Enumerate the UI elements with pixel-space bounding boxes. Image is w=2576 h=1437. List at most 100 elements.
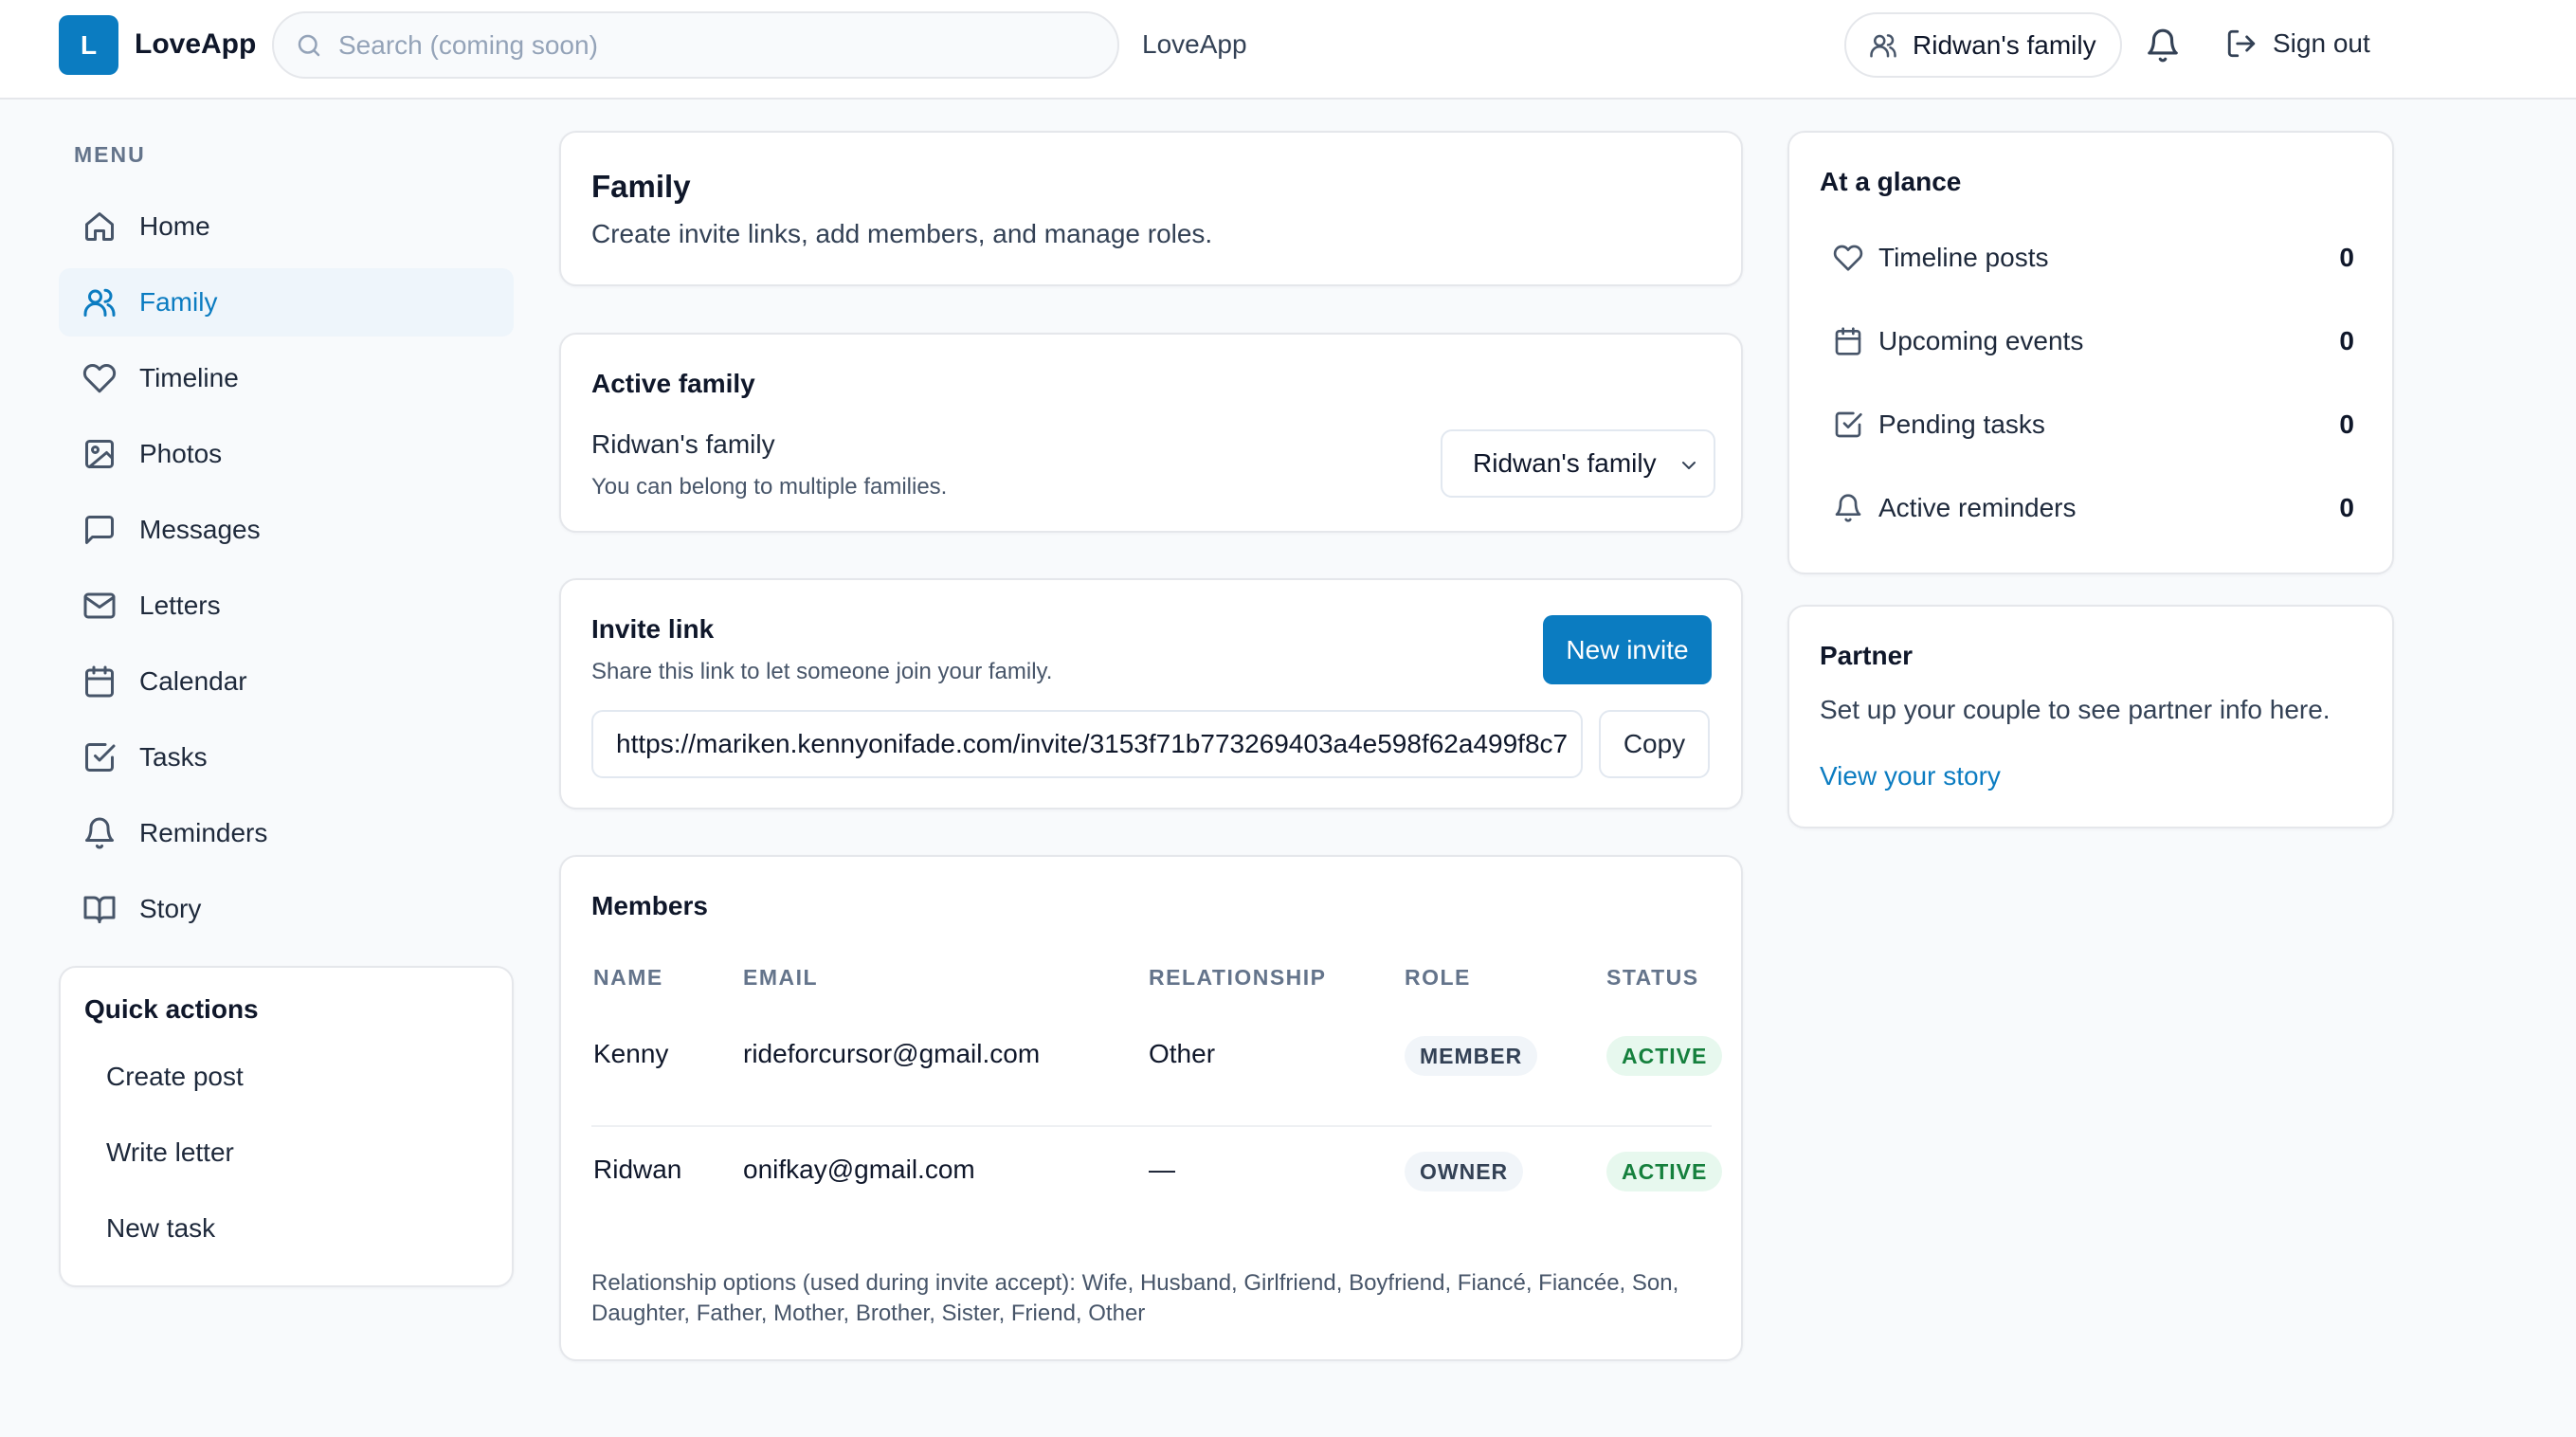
page-title: Family xyxy=(591,169,691,204)
sidebar-item-tasks[interactable]: Tasks xyxy=(59,723,514,791)
stat-upcoming-events: Upcoming events 0 xyxy=(1833,326,2354,356)
partner-description: Set up your couple to see partner info h… xyxy=(1820,695,2331,724)
app-name[interactable]: LoveApp xyxy=(135,28,256,61)
sidebar-item-label: Reminders xyxy=(139,818,268,847)
sign-out-label: Sign out xyxy=(2273,28,2370,58)
family-switcher-label: Ridwan's family xyxy=(1913,29,2096,60)
sidebar-item-messages[interactable]: Messages xyxy=(59,496,514,564)
stat-pending-tasks: Pending tasks 0 xyxy=(1833,409,2354,440)
column-header-status: STATUS xyxy=(1606,965,1699,990)
sidebar-item-label: Home xyxy=(139,211,210,241)
sidebar-item-label: Messages xyxy=(139,515,261,544)
search-icon xyxy=(295,31,323,60)
stat-label: Active reminders xyxy=(1878,493,2077,522)
active-family-title: Active family xyxy=(591,369,755,398)
relationship-options-note: Relationship options (used during invite… xyxy=(591,1270,1679,1326)
column-header-name: NAME xyxy=(593,965,663,990)
glance-title: At a glance xyxy=(1820,167,1962,196)
mail-icon xyxy=(82,589,117,623)
members-card: Members NAME EMAIL RELATIONSHIP ROLE STA… xyxy=(559,855,1743,1361)
quick-action-create-post[interactable]: Create post xyxy=(106,1062,244,1092)
stat-value: 0 xyxy=(2339,243,2354,272)
active-family-name: Ridwan's family xyxy=(591,429,775,459)
invite-link-card: Invite link Share this link to let someo… xyxy=(559,578,1743,809)
search-input[interactable]: Search (coming soon) xyxy=(272,11,1119,79)
quick-action-new-task[interactable]: New task xyxy=(106,1213,215,1244)
home-icon xyxy=(82,209,117,244)
new-invite-button[interactable]: New invite xyxy=(1543,615,1712,684)
column-header-email: EMAIL xyxy=(743,965,819,990)
image-icon xyxy=(82,437,117,471)
heart-icon xyxy=(1833,243,1863,273)
sidebar-item-label: Family xyxy=(139,287,218,317)
sidebar-item-photos[interactable]: Photos xyxy=(59,420,514,488)
stat-value: 0 xyxy=(2339,493,2354,522)
table-row: Kenny rideforcursor@gmail.com Other MEMB… xyxy=(561,1028,1741,1084)
family-header-card: Family Create invite links, add members,… xyxy=(559,131,1743,286)
partner-title: Partner xyxy=(1820,641,1914,670)
sidebar-item-family[interactable]: Family xyxy=(59,268,514,337)
chevron-down-icon xyxy=(1678,454,1700,477)
menu-heading: MENU xyxy=(74,142,146,167)
partner-card: Partner Set up your couple to see partne… xyxy=(1787,605,2394,828)
sidebar-item-label: Photos xyxy=(139,439,223,468)
sidebar-item-reminders[interactable]: Reminders xyxy=(59,799,514,867)
quick-actions-card: Quick actions Create post Write letter N… xyxy=(59,966,514,1287)
view-story-link[interactable]: View your story xyxy=(1820,761,2001,791)
active-family-hint: You can belong to multiple families. xyxy=(591,474,948,500)
status-badge: ACTIVE xyxy=(1606,1036,1723,1076)
stat-timeline-posts: Timeline posts 0 xyxy=(1833,243,2354,273)
log-out-icon xyxy=(2225,27,2258,60)
sidebar-item-story[interactable]: Story xyxy=(59,875,514,943)
sidebar-item-home[interactable]: Home xyxy=(59,192,514,261)
stat-value: 0 xyxy=(2339,326,2354,355)
stat-active-reminders: Active reminders 0 xyxy=(1833,493,2354,523)
invite-url-value: https://mariken.kennyonifade.com/invite/… xyxy=(616,729,1569,758)
family-select-value: Ridwan's family xyxy=(1473,448,1657,478)
users-icon xyxy=(1869,31,1897,60)
message-square-icon xyxy=(82,513,117,547)
sidebar-item-calendar[interactable]: Calendar xyxy=(59,647,514,716)
stat-label: Pending tasks xyxy=(1878,409,2045,439)
sidebar-item-letters[interactable]: Letters xyxy=(59,572,514,640)
role-badge: OWNER xyxy=(1405,1152,1524,1191)
copy-button[interactable]: Copy xyxy=(1599,710,1710,778)
invite-url-field[interactable]: https://mariken.kennyonifade.com/invite/… xyxy=(591,710,1583,778)
sidebar-item-label: Tasks xyxy=(139,742,208,772)
quick-action-write-letter[interactable]: Write letter xyxy=(106,1137,234,1168)
column-header-relationship: RELATIONSHIP xyxy=(1149,965,1327,990)
member-name: Kenny xyxy=(593,1039,669,1068)
table-row: Ridwan onifkay@gmail.com — OWNER ACTIVE xyxy=(561,1143,1741,1200)
family-switcher-button[interactable]: Ridwan's family xyxy=(1844,12,2122,78)
heart-icon xyxy=(82,361,117,395)
invite-title: Invite link xyxy=(591,614,715,644)
stat-label: Upcoming events xyxy=(1878,326,2084,355)
sign-out-button[interactable]: Sign out xyxy=(2225,27,2370,60)
sidebar-item-timeline[interactable]: Timeline xyxy=(59,344,514,412)
check-square-icon xyxy=(1833,409,1863,440)
bell-icon xyxy=(1833,493,1863,523)
stat-label: Timeline posts xyxy=(1878,243,2049,272)
book-open-icon xyxy=(82,892,117,926)
app-logo[interactable]: L xyxy=(59,15,118,75)
quick-actions-title: Quick actions xyxy=(84,994,259,1024)
header-app-label: LoveApp xyxy=(1142,29,1247,59)
sidebar-item-label: Timeline xyxy=(139,363,239,392)
family-select[interactable]: Ridwan's family xyxy=(1441,429,1715,498)
column-header-role: ROLE xyxy=(1405,965,1471,990)
calendar-icon xyxy=(82,664,117,699)
member-relationship: Other xyxy=(1149,1039,1216,1068)
sidebar-item-label: Letters xyxy=(139,591,221,620)
stat-value: 0 xyxy=(2339,409,2354,439)
calendar-icon xyxy=(1833,326,1863,356)
sidebar-item-label: Calendar xyxy=(139,666,247,696)
active-family-card: Active family Ridwan's family You can be… xyxy=(559,333,1743,533)
member-email: rideforcursor@gmail.com xyxy=(743,1039,1041,1068)
member-name: Ridwan xyxy=(593,1155,682,1184)
logo-letter: L xyxy=(80,29,98,60)
users-icon xyxy=(82,285,117,319)
member-email: onifkay@gmail.com xyxy=(743,1155,975,1184)
bell-icon xyxy=(82,816,117,850)
notifications-bell-icon[interactable] xyxy=(2145,27,2181,64)
row-divider xyxy=(591,1125,1712,1127)
